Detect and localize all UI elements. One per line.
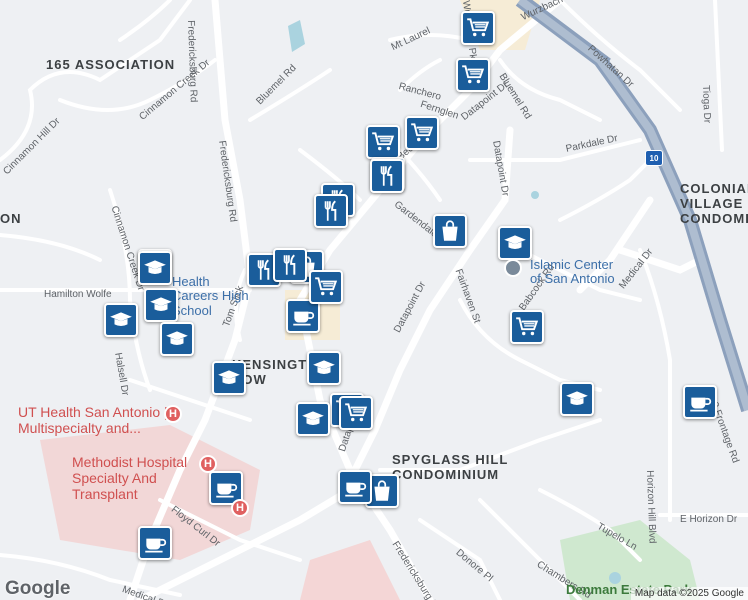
hospital-label[interactable]: Methodist Hospital Specialty And Transpl…	[72, 454, 212, 502]
school-pin[interactable]	[212, 361, 246, 395]
restaurant-pin[interactable]	[370, 159, 404, 193]
grocery-icon	[313, 274, 339, 300]
school-icon	[216, 365, 242, 391]
hospital-area-south	[300, 540, 400, 600]
google-logo: Google	[5, 578, 71, 599]
cafe-pin[interactable]	[683, 385, 717, 419]
grocery-icon	[409, 120, 435, 146]
school-pin[interactable]	[560, 382, 594, 416]
cafe-icon	[142, 530, 168, 556]
interstate-shield: 10	[645, 150, 663, 166]
area-label: SPYGLASS HILL CONDOMINIUM	[392, 452, 509, 482]
cafe-icon	[687, 389, 713, 415]
water-feature-small	[531, 191, 539, 199]
shopping-icon	[437, 218, 463, 244]
street-label: Fredericksburg Rd	[185, 19, 199, 103]
hospital-label[interactable]: UT Health San Antonio | Multispecialty a…	[18, 404, 168, 436]
grocery-pin[interactable]	[366, 125, 400, 159]
hospital-marker[interactable]: H	[164, 405, 182, 423]
school-pin[interactable]	[104, 303, 138, 337]
grocery-pin[interactable]	[510, 310, 544, 344]
grocery-pin[interactable]	[461, 11, 495, 45]
school-icon	[164, 326, 190, 352]
school-pin[interactable]	[296, 402, 330, 436]
restaurant-pin[interactable]	[314, 194, 348, 228]
grocery-pin[interactable]	[405, 116, 439, 150]
shopping-icon	[369, 478, 395, 504]
street-label: Tioga Dr	[700, 84, 713, 124]
school-pin[interactable]	[498, 226, 532, 260]
grocery-pin[interactable]	[309, 270, 343, 304]
school-icon	[311, 355, 337, 381]
school-icon	[148, 292, 174, 318]
cafe-pin[interactable]	[138, 526, 172, 560]
street-label: Hamilton Wolfe	[44, 289, 112, 300]
hospital-marker[interactable]: H	[199, 455, 217, 473]
school-icon	[108, 307, 134, 333]
restaurant-pin[interactable]	[273, 248, 307, 282]
school-icon	[300, 406, 326, 432]
cafe-pin[interactable]	[286, 299, 320, 333]
area-label: ON	[0, 211, 22, 226]
grocery-icon	[514, 314, 540, 340]
cafe-icon	[290, 303, 316, 329]
school-pin[interactable]	[138, 251, 172, 285]
grocery-icon	[370, 129, 396, 155]
cafe-icon	[342, 474, 368, 500]
grocery-pin[interactable]	[456, 58, 490, 92]
hospital-marker[interactable]: H	[231, 499, 249, 517]
restaurant-icon	[277, 252, 303, 278]
school-icon	[502, 230, 528, 256]
grocery-icon	[460, 62, 486, 88]
school-pin[interactable]	[307, 351, 341, 385]
school-icon	[142, 255, 168, 281]
area-label: COLONIAL VILLAGE CONDOMINIUMS	[680, 181, 748, 226]
shopping-pin[interactable]	[433, 214, 467, 248]
water-feature	[288, 20, 305, 52]
street-label: E Horizon Dr	[680, 514, 738, 525]
map-base	[0, 0, 748, 600]
grocery-icon	[465, 15, 491, 41]
grocery-icon	[343, 400, 369, 426]
cafe-icon	[213, 475, 239, 501]
mosque-marker[interactable]	[504, 259, 522, 277]
map-attribution[interactable]: Map data ©2025 Google	[630, 587, 748, 600]
grocery-pin[interactable]	[339, 396, 373, 430]
school-pin[interactable]	[144, 288, 178, 322]
area-label: 165 ASSOCIATION	[46, 57, 176, 72]
street-label: Horizon Hill Blvd	[644, 469, 658, 544]
poi-label[interactable]: Health Careers High School	[172, 274, 257, 318]
poi-label[interactable]: Islamic Center of San Antonio	[530, 257, 625, 287]
map-canvas[interactable]: Wurzbach Rd Fredericksburg Rd Fredericksbu…	[0, 0, 748, 600]
school-pin[interactable]	[160, 322, 194, 356]
restaurant-icon	[318, 198, 344, 224]
school-icon	[564, 386, 590, 412]
restaurant-icon	[374, 163, 400, 189]
cafe-pin[interactable]	[338, 470, 372, 504]
